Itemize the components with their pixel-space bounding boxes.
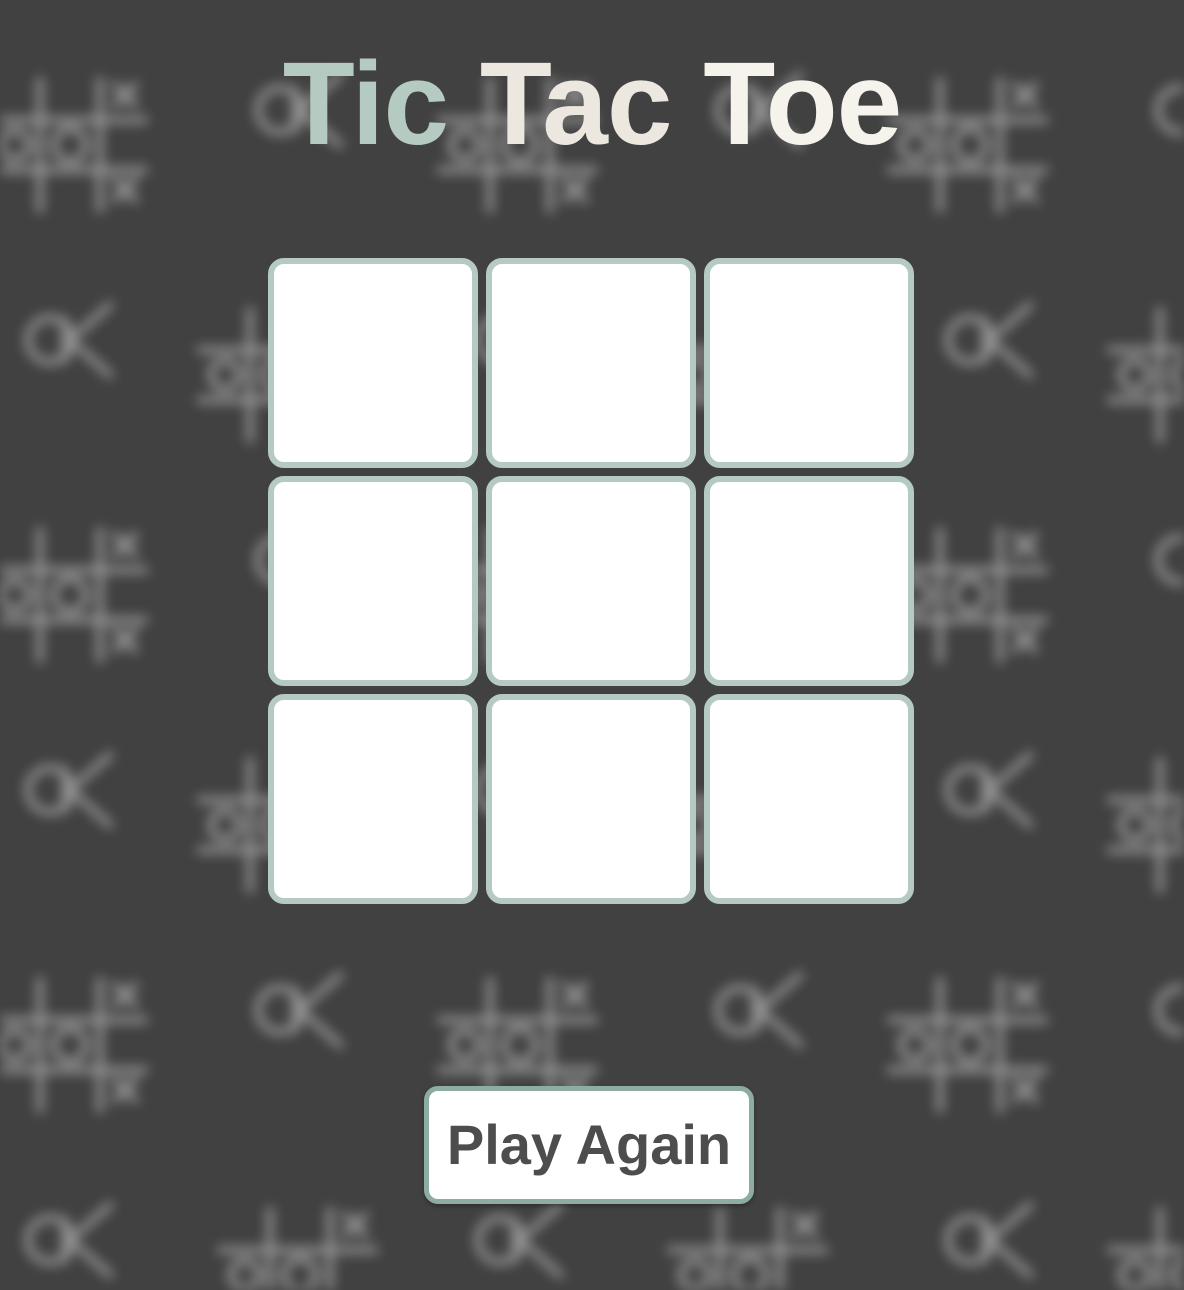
board-cell-1[interactable] (268, 258, 478, 468)
board-cell-9[interactable] (704, 694, 914, 904)
board-cell-5[interactable] (486, 476, 696, 686)
board-cell-4[interactable] (268, 476, 478, 686)
play-again-button[interactable]: Play Again (424, 1086, 754, 1204)
board-cell-7[interactable] (268, 694, 478, 904)
board-cell-8[interactable] (486, 694, 696, 904)
board-cell-2[interactable] (486, 258, 696, 468)
title-word-tic: Tic (282, 38, 449, 170)
page-title: Tic Tac Toe (0, 44, 1184, 164)
board-cell-3[interactable] (704, 258, 914, 468)
board-cell-6[interactable] (704, 476, 914, 686)
title-word-tac: Tac (479, 38, 673, 170)
title-word-toe: Toe (703, 38, 902, 170)
game-board (268, 258, 914, 904)
